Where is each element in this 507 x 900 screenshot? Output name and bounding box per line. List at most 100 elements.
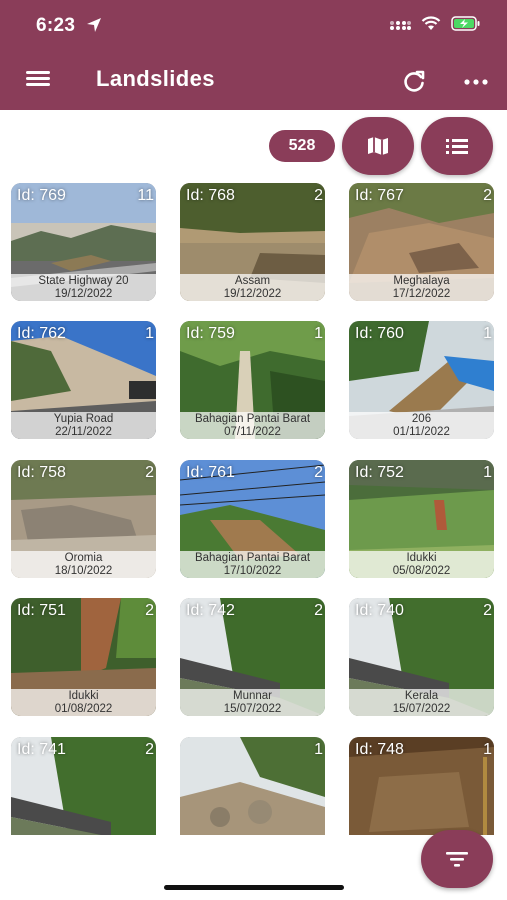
landslide-card[interactable]: Id: 751 2 Idukki 01/08/2022 [11, 598, 156, 716]
card-caption: Yupia Road 22/11/2022 [11, 412, 156, 439]
card-caption: Bahagian Pantai Barat 07/11/2022 [180, 412, 325, 439]
app-header: 6:23 Landslides [0, 0, 507, 110]
card-caption: Assam 19/12/2022 [180, 274, 325, 301]
card-date: 07/11/2022 [224, 426, 281, 438]
landslide-card[interactable]: Id: 752 1 Idukki 05/08/2022 [349, 460, 494, 578]
card-place: Bahagian Pantai Barat [194, 413, 311, 425]
landslide-card[interactable]: 1 [180, 737, 325, 835]
card-place: Munnar [233, 690, 272, 702]
card-photo-count: 2 [145, 602, 154, 619]
card-photo-count: 2 [483, 602, 492, 619]
landslide-card[interactable]: Id: 748 1 [349, 737, 494, 835]
card-photo-count: 2 [314, 464, 323, 481]
landslide-card[interactable]: Id: 759 1 Bahagian Pantai Barat 07/11/20… [180, 321, 325, 439]
card-id: Id: 751 [17, 602, 66, 619]
card-photo [180, 737, 325, 835]
card-photo-count: 1 [314, 325, 323, 342]
battery-charging-icon [451, 16, 480, 31]
card-photo-count: 2 [145, 741, 154, 758]
card-place: Yupia Road [53, 413, 114, 425]
card-photo-count: 1 [483, 464, 492, 481]
card-place: Meghalaya [393, 275, 450, 287]
card-id: Id: 768 [186, 187, 235, 204]
landslide-card[interactable]: Id: 768 2 Assam 19/12/2022 [180, 183, 325, 301]
menu-icon[interactable] [24, 68, 52, 94]
card-caption: Bahagian Pantai Barat 17/10/2022 [180, 551, 325, 578]
card-place: Kerala [404, 690, 439, 702]
status-icons [389, 16, 481, 31]
card-date: 01/08/2022 [54, 703, 113, 715]
card-date: 17/10/2022 [223, 565, 282, 577]
card-id: Id: 767 [355, 187, 404, 204]
card-photo-count: 1 [145, 325, 154, 342]
card-place: Assam [234, 275, 271, 287]
card-date: 05/08/2022 [392, 565, 451, 577]
card-photo-count: 1 [483, 741, 492, 758]
card-id: Id: 741 [17, 741, 66, 758]
landslide-card[interactable]: Id: 740 2 Kerala 15/07/2022 [349, 598, 494, 716]
card-caption: Kerala 15/07/2022 [349, 689, 494, 716]
card-place: Oromia [64, 552, 103, 564]
card-id: Id: 742 [186, 602, 235, 619]
card-photo-count: 2 [145, 464, 154, 481]
wifi-icon [421, 16, 441, 30]
card-caption: Idukki 01/08/2022 [11, 689, 156, 716]
card-date: 15/07/2022 [392, 703, 451, 715]
home-indicator[interactable] [164, 885, 344, 890]
card-caption: Idukki 05/08/2022 [349, 551, 494, 578]
card-date: 19/12/2022 [54, 288, 113, 300]
card-caption: 206 01/11/2022 [349, 412, 494, 439]
cellular-icon [390, 20, 411, 30]
filter-button[interactable] [421, 830, 493, 888]
landslide-card[interactable]: Id: 741 2 [11, 737, 156, 835]
landslide-card[interactable]: Id: 761 2 Bahagian Pantai Barat 17/10/20… [180, 460, 325, 578]
card-date: 17/12/2022 [392, 288, 451, 300]
card-place: Idukki [406, 552, 437, 564]
card-id: Id: 760 [355, 325, 404, 342]
card-date: 18/10/2022 [54, 565, 113, 577]
map-icon [368, 137, 388, 155]
landslide-card[interactable]: Id: 767 2 Meghalaya 17/12/2022 [349, 183, 494, 301]
card-id: Id: 748 [355, 741, 404, 758]
card-place: Bahagian Pantai Barat [194, 552, 311, 564]
card-caption: Oromia 18/10/2022 [11, 551, 156, 578]
landslide-card[interactable]: Id: 762 1 Yupia Road 22/11/2022 [11, 321, 156, 439]
landslide-card[interactable]: Id: 769 11 State Highway 20 19/12/2022 [11, 183, 156, 301]
card-id: Id: 769 [17, 187, 66, 204]
more-icon[interactable] [462, 68, 490, 96]
list-icon [446, 139, 468, 154]
landslide-card[interactable]: Id: 742 2 Munnar 15/07/2022 [180, 598, 325, 716]
card-photo-count: 11 [137, 187, 154, 204]
card-photo-count: 2 [314, 187, 323, 204]
landslide-card[interactable]: Id: 760 1 206 01/11/2022 [349, 321, 494, 439]
count-badge: 528 [269, 130, 335, 162]
status-time: 6:23 [36, 15, 76, 36]
card-photo-count: 1 [483, 325, 492, 342]
app-bar: Landslides [0, 54, 507, 110]
card-caption: Munnar 15/07/2022 [180, 689, 325, 716]
refresh-icon[interactable] [400, 68, 428, 96]
list-view-button[interactable] [421, 117, 493, 175]
card-place: Idukki [68, 690, 99, 702]
card-photo-count: 1 [314, 741, 323, 758]
map-view-button[interactable] [342, 117, 414, 175]
card-caption: Meghalaya 17/12/2022 [349, 274, 494, 301]
card-date: 15/07/2022 [223, 703, 282, 715]
card-photo-count: 2 [483, 187, 492, 204]
card-place: 206 [411, 413, 432, 425]
card-caption: State Highway 20 19/12/2022 [11, 274, 156, 301]
card-id: Id: 752 [355, 464, 404, 481]
status-bar: 6:23 [0, 0, 507, 54]
card-id: Id: 761 [186, 464, 235, 481]
page-title: Landslides [96, 66, 215, 91]
location-arrow-icon [87, 18, 101, 32]
card-date: 22/11/2022 [55, 426, 112, 438]
landslide-card[interactable]: Id: 758 2 Oromia 18/10/2022 [11, 460, 156, 578]
card-date: 01/11/2022 [393, 426, 450, 438]
card-id: Id: 740 [355, 602, 404, 619]
card-id: Id: 758 [17, 464, 66, 481]
card-date: 19/12/2022 [223, 288, 282, 300]
landslide-grid: Id: 769 11 State Highway 20 19/12/2022 I… [0, 183, 507, 835]
card-place: State Highway 20 [38, 275, 129, 287]
filter-icon [446, 852, 468, 867]
